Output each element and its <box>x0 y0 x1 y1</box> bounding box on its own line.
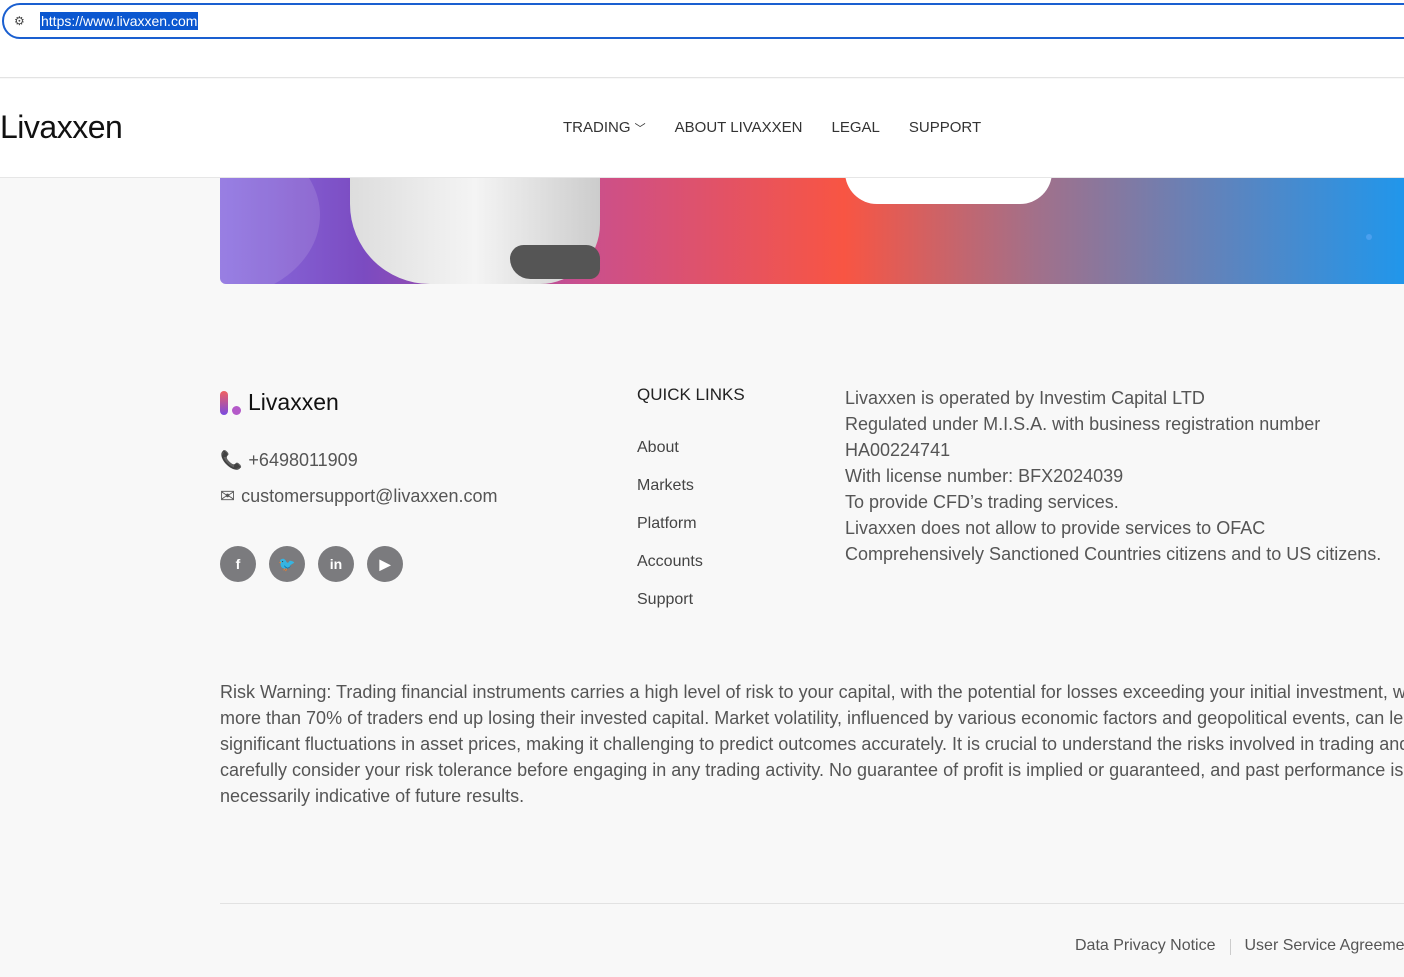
browser-chrome: ⚙ https://www.livaxxen.com <box>0 0 1404 78</box>
phone-contact[interactable]: 📞 +6498011909 <box>220 450 358 471</box>
address-bar[interactable]: ⚙ https://www.livaxxen.com <box>2 3 1404 39</box>
site-settings-icon[interactable]: ⚙ <box>14 14 25 28</box>
legal-line: Regulated under M.I.S.A. with business r… <box>845 414 1321 434</box>
nav-support[interactable]: SUPPORT <box>909 119 981 136</box>
youtube-icon[interactable]: ▶ <box>367 546 403 582</box>
nav-trading[interactable]: TRADING ﹀ <box>563 119 646 136</box>
envelope-icon: ✉ <box>220 486 236 506</box>
legal-line: Comprehensively Sanctioned Countries cit… <box>845 544 1382 564</box>
footer-logo[interactable]: Livaxxen <box>220 389 339 416</box>
site-header: Livaxxen TRADING ﹀ ABOUT LIVAXXEN LEGAL … <box>0 79 1404 178</box>
email-contact[interactable]: ✉ customersupport@livaxxen.com <box>220 486 497 507</box>
footer-divider <box>220 903 1404 904</box>
quick-links: About Markets Platform Accounts Support <box>637 439 703 611</box>
risk-warning: Risk Warning: Trading financial instrume… <box>220 682 1404 806</box>
link-support[interactable]: Support <box>637 591 703 611</box>
user-service-agreement-link[interactable]: User Service Agreement <box>1245 937 1404 955</box>
main-nav: TRADING ﹀ ABOUT LIVAXXEN LEGAL SUPPORT <box>563 119 981 136</box>
hero-hand-image <box>510 245 600 279</box>
social-links: f 🐦 in ▶ <box>220 546 403 582</box>
header-logo[interactable]: Livaxxen <box>0 109 123 146</box>
quick-links-title: QUICK LINKS <box>637 385 745 404</box>
email-address: customersupport@livaxxen.com <box>241 486 498 506</box>
nav-legal[interactable]: LEGAL <box>832 119 880 136</box>
bottom-links: Data Privacy Notice User Service Agreeme… <box>1075 937 1404 955</box>
legal-line: With license number: BFX2024039 <box>845 466 1124 486</box>
url-text[interactable]: https://www.livaxxen.com <box>40 12 199 30</box>
legal-info: Livaxxen is operated by Investim Capital… <box>845 385 1381 567</box>
link-about[interactable]: About <box>637 439 703 459</box>
footer-brand: Livaxxen <box>248 389 339 415</box>
phone-number: +6498011909 <box>248 450 358 470</box>
legal-line: Livaxxen does not allow to provide servi… <box>845 518 1266 538</box>
legal-line: HA00224741 <box>845 440 951 460</box>
nav-about[interactable]: ABOUT LIVAXXEN <box>675 119 803 136</box>
legal-line: To provide CFD’s trading services. <box>845 492 1119 512</box>
linkedin-icon[interactable]: in <box>318 546 354 582</box>
separator <box>1229 939 1231 955</box>
chevron-down-icon: ﹀ <box>634 123 646 135</box>
link-platform[interactable]: Platform <box>637 515 703 535</box>
logo-mark-icon <box>220 390 242 415</box>
phone-icon: 📞 <box>220 450 243 470</box>
twitter-icon[interactable]: 🐦 <box>269 546 305 582</box>
nav-label: TRADING <box>563 119 631 136</box>
legal-line: Livaxxen is operated by Investim Capital… <box>845 388 1205 408</box>
data-privacy-link[interactable]: Data Privacy Notice <box>1075 937 1216 955</box>
link-accounts[interactable]: Accounts <box>637 553 703 573</box>
facebook-icon[interactable]: f <box>220 546 256 582</box>
carousel-dot[interactable] <box>1366 234 1372 240</box>
link-markets[interactable]: Markets <box>637 477 703 497</box>
